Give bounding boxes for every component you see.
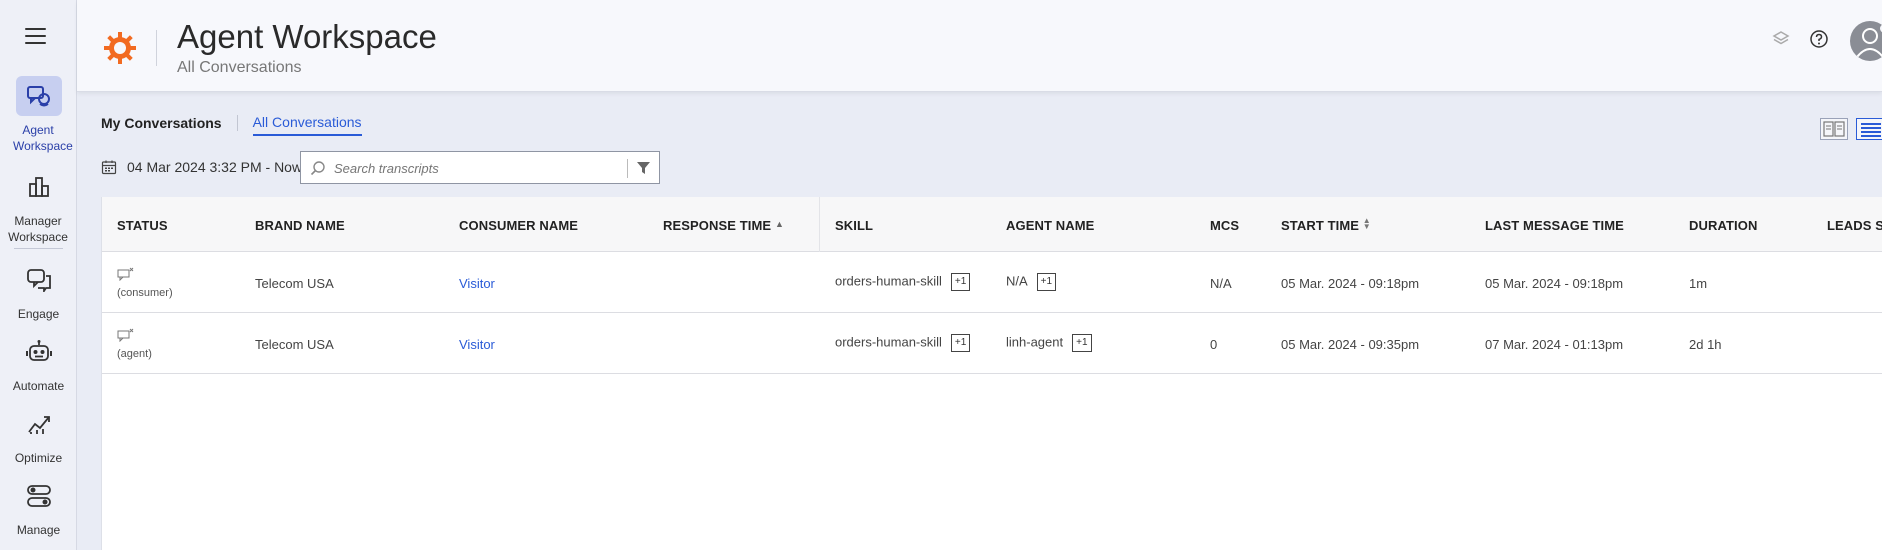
- conversations-table: STATUS BRAND NAME CONSUMER NAME RESPONSE…: [101, 197, 1882, 550]
- calendar-icon: [101, 159, 117, 175]
- user-avatar[interactable]: [1850, 21, 1882, 61]
- sort-icon: ▲ ▼: [1362, 216, 1371, 231]
- conversation-tabs: My Conversations All Conversations: [101, 114, 362, 136]
- nav-manage[interactable]: Manage: [0, 476, 77, 538]
- skill-cell: orders-human-skill +1: [835, 273, 971, 291]
- last-message-time-cell: 07 Mar. 2024 - 01:13pm: [1485, 337, 1624, 352]
- skill-name: orders-human-skill: [835, 334, 942, 350]
- skill-cell: orders-human-skill +1: [835, 334, 971, 352]
- nav-label: Automate: [12, 379, 65, 393]
- table-header: STATUS BRAND NAME CONSUMER NAME RESPONSE…: [102, 197, 1882, 252]
- search-input[interactable]: [332, 158, 622, 178]
- chat-status-icon: [117, 267, 135, 285]
- tab-divider: [236, 115, 238, 131]
- column-divider: [819, 197, 820, 252]
- header-divider: [156, 30, 157, 66]
- agent-name: linh-agent: [1006, 334, 1064, 350]
- duration-cell: 2d 1h: [1689, 337, 1722, 352]
- agent-name-cell: linh-agent +1: [1006, 334, 1092, 352]
- card-view-icon[interactable]: [1820, 118, 1848, 140]
- agent-name-cell: N/A +1: [1006, 273, 1057, 291]
- nav-agent-workspace[interactable]: Agent Workspace: [0, 76, 77, 154]
- table-row[interactable]: (consumer) Telecom USA Visitor orders-hu…: [102, 252, 1882, 313]
- sort-ascending-icon: ▲: [774, 219, 784, 229]
- page-title: Agent Workspace: [177, 18, 437, 55]
- nav-optimize[interactable]: Optimize: [0, 404, 77, 466]
- chat-status-icon: [117, 328, 135, 346]
- list-view-icon[interactable]: [1856, 118, 1882, 140]
- status-text: (agent): [117, 348, 152, 360]
- start-time-cell: 05 Mar. 2024 - 09:35pm: [1281, 337, 1420, 352]
- tab-all-conversations[interactable]: All Conversations: [252, 114, 362, 136]
- column-header-label: RESPONSE TIME: [663, 218, 772, 233]
- search-divider: [627, 159, 628, 178]
- column-header-label: START TIME: [1281, 218, 1360, 233]
- status-cell: (consumer): [117, 267, 173, 299]
- mcs-cell: N/A: [1210, 276, 1232, 291]
- more-agents-badge[interactable]: +1: [1036, 273, 1057, 291]
- consumer-name-link[interactable]: Visitor: [459, 276, 495, 291]
- layers-icon[interactable]: [1771, 29, 1791, 49]
- robot-icon: [16, 332, 62, 372]
- consumer-name-link[interactable]: Visitor: [459, 337, 495, 352]
- column-header-start-time[interactable]: START TIME ▲ ▼: [1281, 216, 1371, 234]
- rail-divider: [14, 248, 63, 249]
- app-header: Agent Workspace All Conversations: [77, 0, 1882, 92]
- mcs-cell: 0: [1210, 337, 1218, 352]
- skill-name: orders-human-skill: [835, 273, 942, 289]
- last-message-time-cell: 05 Mar. 2024 - 09:18pm: [1485, 276, 1624, 291]
- search-icon: [310, 160, 326, 181]
- nav-label: Manage: [16, 523, 61, 537]
- start-time-cell: 05 Mar. 2024 - 09:18pm: [1281, 276, 1420, 291]
- more-agents-badge[interactable]: +1: [1072, 334, 1092, 352]
- brand-name-cell: Telecom USA: [255, 276, 334, 291]
- left-nav-rail: Agent Workspace Manager Workspace Engage…: [0, 0, 77, 550]
- column-header-last-message-time[interactable]: LAST MESSAGE TIME: [1485, 218, 1624, 233]
- nav-manager-workspace[interactable]: Manager Workspace: [0, 167, 77, 245]
- more-skills-badge[interactable]: +1: [950, 273, 971, 291]
- engage-icon: [16, 260, 62, 300]
- status-cell: (agent): [117, 328, 152, 360]
- filter-icon[interactable]: [636, 161, 651, 180]
- nav-label: Optimize: [14, 451, 63, 465]
- menu-icon[interactable]: [25, 28, 46, 44]
- column-header-agent-name[interactable]: AGENT NAME: [1006, 218, 1094, 233]
- search-box: [300, 151, 660, 184]
- trend-chart-icon: [16, 404, 62, 444]
- column-header-brand-name[interactable]: BRAND NAME: [255, 218, 345, 233]
- page-subtitle: All Conversations: [177, 59, 302, 76]
- nav-engage[interactable]: Engage: [0, 260, 77, 322]
- agent-name: N/A: [1006, 273, 1028, 289]
- more-skills-badge[interactable]: +1: [950, 334, 971, 352]
- toggles-icon: [16, 476, 62, 516]
- brand-logo-icon: [104, 32, 136, 64]
- table-row[interactable]: (agent) Telecom USA Visitor orders-human…: [102, 313, 1882, 374]
- nav-label: Manager Workspace: [8, 214, 68, 244]
- nav-label: Engage: [17, 307, 60, 321]
- nav-label: Agent Workspace: [13, 123, 73, 153]
- date-range-label: 04 Mar 2024 3:32 PM - Now: [127, 159, 303, 175]
- date-range-picker[interactable]: 04 Mar 2024 3:32 PM - Now: [101, 159, 302, 175]
- column-header-status[interactable]: STATUS: [117, 218, 168, 233]
- column-header-consumer-name[interactable]: CONSUMER NAME: [459, 218, 578, 233]
- tab-my-conversations[interactable]: My Conversations: [101, 115, 222, 135]
- brand-name-cell: Telecom USA: [255, 337, 334, 352]
- status-text: (consumer): [117, 287, 173, 299]
- manager-workspace-icon: [16, 167, 62, 207]
- duration-cell: 1m: [1689, 276, 1708, 291]
- agent-workspace-icon: [15, 76, 62, 116]
- nav-automate[interactable]: Automate: [0, 332, 77, 394]
- column-header-skill[interactable]: SKILL: [835, 218, 873, 233]
- column-header-mcs[interactable]: MCS: [1210, 218, 1239, 233]
- help-icon[interactable]: [1809, 29, 1829, 49]
- column-header-leads[interactable]: LEADS S...: [1827, 218, 1882, 233]
- column-header-duration[interactable]: DURATION: [1689, 218, 1757, 233]
- column-header-response-time[interactable]: RESPONSE TIME ▲: [663, 218, 784, 233]
